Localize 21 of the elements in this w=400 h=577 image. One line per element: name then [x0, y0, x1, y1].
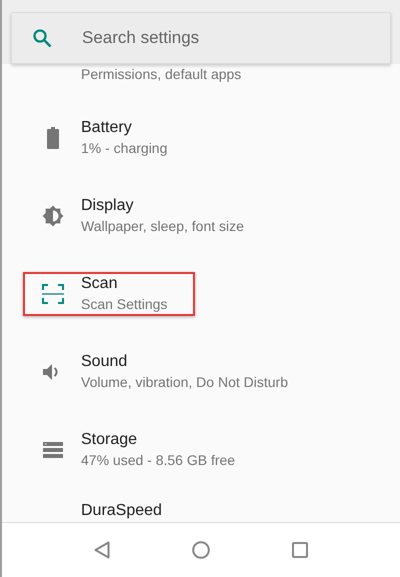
- item-subtitle: Volume, vibration, Do Not Disturb: [81, 373, 288, 392]
- item-title[interactable]: Storage: [81, 429, 236, 450]
- battery-icon: [46, 127, 58, 149]
- item-title[interactable]: Battery: [81, 117, 168, 138]
- item-title[interactable]: DuraSpeed: [81, 500, 162, 522]
- recents-button[interactable]: [292, 542, 308, 558]
- item-subtitle: Wallpaper, sleep, font size: [81, 217, 244, 236]
- search-icon: [33, 29, 52, 48]
- scan-icon: [42, 284, 64, 304]
- item-title[interactable]: Sound: [81, 351, 288, 372]
- item-subtitle: 47% used - 8.56 GB free: [81, 451, 236, 470]
- item-subtitle: 1% - charging: [81, 139, 168, 158]
- storage-icon: [42, 442, 62, 458]
- item-title[interactable]: Display: [81, 195, 244, 216]
- back-button[interactable]: [94, 541, 110, 559]
- home-button[interactable]: [192, 541, 210, 559]
- brightness-icon: [42, 205, 64, 227]
- search-field[interactable]: Search settings: [11, 12, 391, 64]
- item-subtitle: Permissions, default apps: [81, 65, 242, 84]
- item-subtitle: Scan Settings: [81, 295, 168, 314]
- item-title[interactable]: Scan: [81, 273, 168, 294]
